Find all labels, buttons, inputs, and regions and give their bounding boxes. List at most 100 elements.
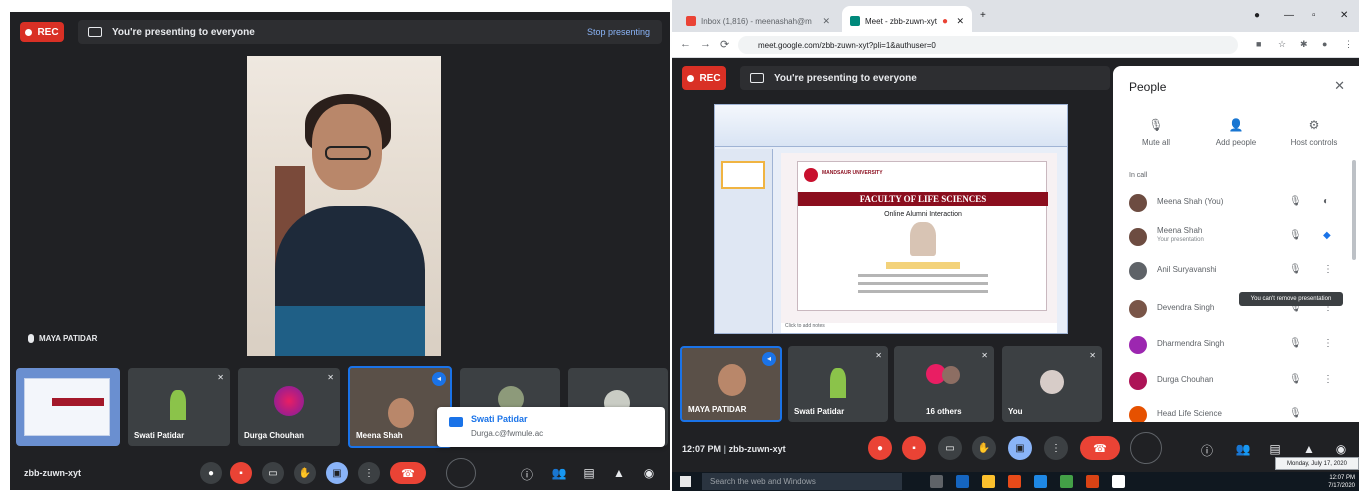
tile-participant-active[interactable]: ◂ MAYA PATIDAR [680,346,782,422]
close-tab-icon[interactable]: ✕ [822,16,830,27]
powerpoint-icon[interactable] [1086,475,1099,488]
url-field[interactable]: meet.google.com/zbb-zuwn-xyt?pli=1&authu… [738,36,1238,54]
chrome-icon[interactable] [1060,475,1073,488]
leave-call-button[interactable]: ☎ [1080,436,1120,460]
task-view-icon[interactable] [930,475,943,488]
raise-hand-button[interactable]: ✋ [294,462,316,484]
speaking-icon: ◂ [762,352,776,366]
back-icon[interactable]: ← [680,38,691,50]
profile-icon[interactable]: ● [1322,39,1327,49]
participant-row[interactable]: Anil Suryavanshi 🎙 ⋮ [1113,254,1359,288]
effects-button[interactable] [446,458,476,488]
participant-row[interactable]: Dharmendra Singh 🎙 ⋮ [1113,328,1359,362]
participant-face [388,398,414,428]
people-icon[interactable]: 👥 [550,466,568,480]
leave-call-button[interactable]: ☎ [390,462,426,484]
folder-icon[interactable] [982,475,995,488]
tooltip: You can't remove presentation [1239,292,1343,306]
participant-row[interactable]: Head Life Science 🎙 [1113,398,1359,422]
muted-mic-icon[interactable]: 🎙 [1289,230,1302,241]
mic-off-button[interactable]: ● [868,436,892,460]
muted-mic-icon[interactable]: 🎙 [1289,374,1302,385]
app-icon[interactable] [1112,475,1125,488]
more-options-icon[interactable]: ⋮ [1323,374,1333,385]
muted-mic-icon[interactable]: 🎙 [1289,408,1302,419]
captions-button[interactable]: ▭ [262,462,284,484]
muted-mic-icon: ✕ [1089,351,1096,360]
participant-face [718,364,746,396]
speaker-shirt-stripe [275,306,425,356]
captions-button[interactable]: ▭ [938,436,962,460]
university-name: MANDSAUR UNIVERSITY [822,170,883,176]
menu-icon[interactable]: ⋮ [1344,39,1353,50]
edge-icon[interactable] [1034,475,1047,488]
taskbar-clock[interactable]: 12:07 PM 7/17/2020 [1328,474,1355,490]
participant-row[interactable]: Meena Shah Your presentation 🎙 ◆ [1113,220,1359,254]
slide-text-line [858,282,988,285]
windows-start-icon[interactable] [680,476,691,487]
info-icon[interactable]: ⓘ [518,466,536,483]
more-options-icon[interactable]: ⋮ [1323,338,1333,349]
host-controls-icon[interactable]: ◉ [1332,442,1350,456]
pin-icon[interactable]: ◆ [1323,230,1331,241]
app-icon[interactable] [1008,475,1021,488]
close-tab-icon[interactable]: ✕ [956,16,964,27]
tile-name: Swati Patidar [794,407,845,416]
more-options-button[interactable]: ⋮ [1044,436,1068,460]
camera-off-button[interactable]: ▪ [230,462,252,484]
host-controls-icon[interactable]: ◉ [640,466,658,480]
chat-icon[interactable]: ▤ [1266,442,1284,456]
muted-mic-icon[interactable]: 🎙 [1289,338,1302,349]
tile-self[interactable]: ✕ You [1002,346,1102,422]
extension-icon[interactable]: ✱ [1300,39,1308,50]
people-scrollbar[interactable] [1352,160,1356,260]
people-icon[interactable]: 👥 [1234,442,1252,456]
chat-icon[interactable]: ▤ [580,466,598,480]
slide-notes[interactable]: Click to add notes [781,323,1057,333]
camera-off-button[interactable]: ▪ [902,436,926,460]
taskbar-search[interactable]: Search the web and Windows [702,473,902,490]
muted-mic-icon: ✕ [981,351,988,360]
info-icon[interactable]: ⓘ [1198,442,1216,459]
effects-button[interactable] [1130,432,1162,464]
forward-icon[interactable]: → [700,38,711,50]
rec-badge: REC [682,66,726,90]
activities-icon[interactable]: ▲ [610,466,628,480]
star-icon[interactable]: ☆ [1278,39,1286,50]
maximize-icon[interactable]: ▫ [1312,10,1316,21]
tab-label: Meet - zbb-zuwn-xyt [865,16,938,26]
present-button[interactable]: ▣ [1008,436,1032,460]
more-options-icon[interactable]: ⋮ [1323,264,1333,275]
close-window-icon[interactable]: ✕ [1340,10,1348,21]
pin-icon[interactable]: ◐ [1323,196,1329,207]
minimize-icon[interactable]: — [1284,10,1294,21]
new-tab-icon[interactable]: + [980,10,986,21]
stop-presenting-button[interactable]: Stop presenting [587,27,650,37]
host-controls-button[interactable]: ⚙ Host controls [1279,118,1349,147]
presenting-banner: You're presenting to everyone Stop prese… [78,20,662,44]
camera-permission-icon[interactable]: ■ [1256,39,1261,49]
close-icon[interactable]: ✕ [1334,78,1345,94]
add-people-button[interactable]: 👤 Add people [1201,118,1271,147]
activities-icon[interactable]: ▲ [1300,442,1318,456]
tile-participant[interactable]: ✕ Durga Chouhan [238,368,340,446]
muted-mic-icon[interactable]: 🎙 [1289,264,1302,275]
muted-mic-icon[interactable]: 🎙 [1289,196,1302,207]
participant-row[interactable]: Meena Shah (You) 🎙 ◐ [1113,186,1359,220]
present-button[interactable]: ▣ [326,462,348,484]
slide-subtitle: Online Alumni Interaction [884,211,962,218]
reload-icon[interactable]: ⟳ [720,38,729,51]
raise-hand-button[interactable]: ✋ [972,436,996,460]
mic-button[interactable]: ● [200,462,222,484]
file-explorer-icon[interactable] [956,475,969,488]
tile-others[interactable]: ✕ 16 others [894,346,994,422]
tile-presentation[interactable] [16,368,120,446]
mute-all-button[interactable]: 🎙 Mute all [1121,118,1191,147]
avatar [1129,262,1147,280]
speaker-nameplate [886,262,960,269]
participant-row[interactable]: Durga Chouhan 🎙 ⋮ [1113,364,1359,398]
tile-participant[interactable]: ✕ Swati Patidar [128,368,230,446]
tile-participant[interactable]: ✕ Swati Patidar [788,346,888,422]
account-icon[interactable]: ● [1254,10,1260,21]
more-options-button[interactable]: ⋮ [358,462,380,484]
